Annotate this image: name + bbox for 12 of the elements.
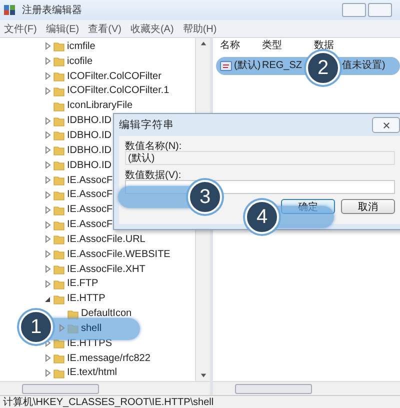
dialog-title: 编辑字符串 — [119, 118, 174, 132]
step-number-badge: 4 — [245, 200, 279, 234]
value-type: REG_SZ — [262, 60, 304, 72]
window-title: 注册表编辑器 — [22, 4, 82, 17]
value-data: 值未设置) — [342, 60, 386, 72]
field-label: 数值数据(V): — [125, 169, 182, 180]
step-number-badge: 1 — [19, 310, 53, 344]
step-number-badge: 3 — [188, 180, 222, 214]
field-label: 数值名称(N): — [125, 140, 183, 151]
value-name: (默认) — [234, 60, 261, 72]
step-number-badge: 2 — [306, 51, 340, 85]
status-bar: 计算机\HKEY_CLASSES_ROOT\IE.HTTP\shell — [0, 395, 400, 408]
